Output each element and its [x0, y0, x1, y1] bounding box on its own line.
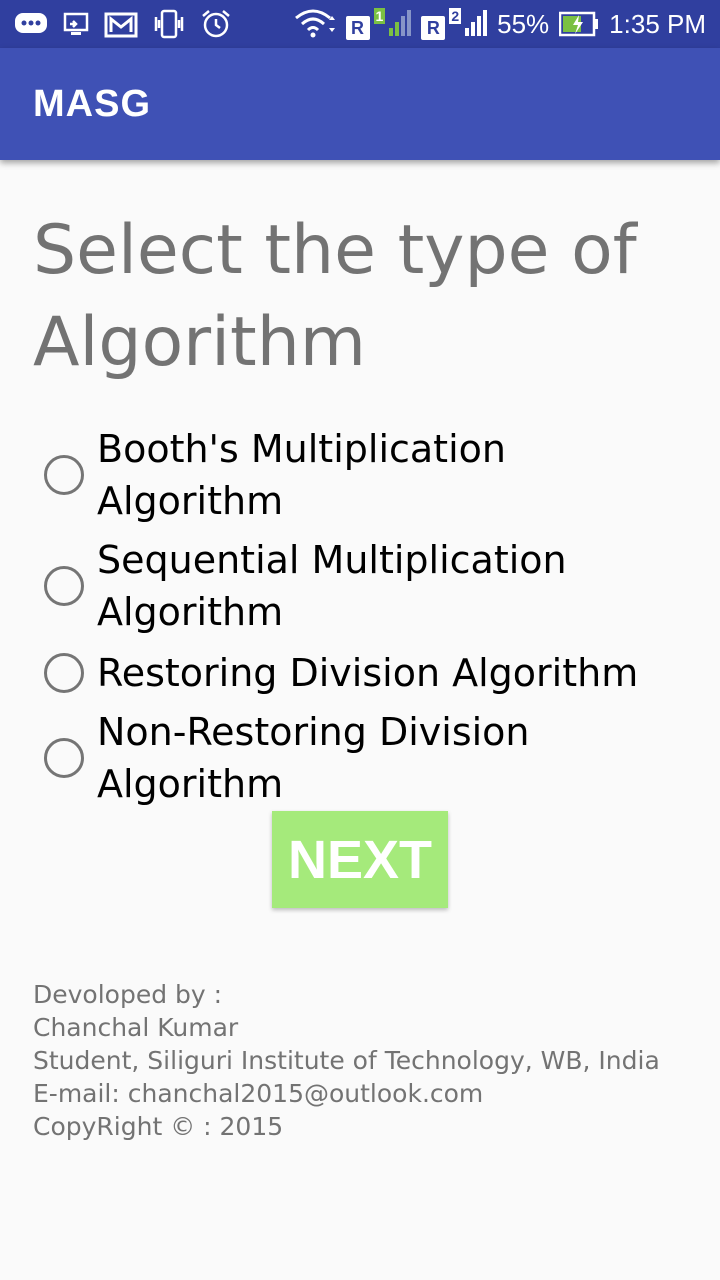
clock: 1:35 PM	[609, 8, 706, 39]
developer-name: Chanchal Kumar	[33, 1013, 239, 1042]
signal-icon	[465, 8, 488, 40]
radio-button-restoring[interactable]	[44, 653, 84, 693]
status-right-icons: R 1 R 2 55% 1:35 PM	[294, 8, 706, 40]
sim1-signal: R 1	[345, 8, 412, 40]
developer-affiliation: Student, Siliguri Institute of Technolog…	[33, 1046, 660, 1075]
chat-icon	[14, 10, 48, 38]
radio-option-non-restoring[interactable]: Non-Restoring Division Algorithm	[44, 704, 704, 812]
radio-button-booths[interactable]	[44, 455, 84, 495]
roaming-badge-2: R	[421, 16, 446, 40]
alarm-icon	[200, 8, 232, 40]
copyright-text: CopyRight © : 2015	[33, 1112, 284, 1141]
signal-icon	[389, 8, 412, 40]
battery-charging-icon	[559, 11, 599, 37]
cast-icon	[62, 10, 90, 38]
status-bar: R 1 R 2 55% 1:35 PM	[0, 0, 720, 48]
battery-percent: 55%	[497, 8, 550, 39]
next-button[interactable]: NEXT	[272, 811, 448, 908]
radio-label-restoring: Restoring Division Algorithm	[97, 651, 639, 695]
developer-info: Devoloped by : Chanchal Kumar Student, S…	[33, 978, 693, 1143]
radio-button-sequential[interactable]	[44, 566, 84, 606]
radio-label-sequential: Sequential Multiplication Algorithm	[97, 538, 567, 634]
page-heading: Select the type of Algorithm	[33, 211, 637, 382]
developer-email: E-mail: chanchal2015@outlook.com	[33, 1079, 484, 1108]
vibrate-icon	[152, 9, 186, 39]
radio-button-non-restoring[interactable]	[44, 738, 84, 778]
app-title: MASG	[33, 82, 151, 125]
sim2-slot: 2	[449, 8, 462, 24]
radio-option-sequential[interactable]: Sequential Multiplication Algorithm	[44, 530, 704, 642]
gmail-icon	[104, 10, 138, 38]
roaming-badge-1: R	[345, 16, 370, 40]
sim2-signal: R 2	[421, 8, 488, 40]
sim1-slot: 1	[373, 8, 386, 24]
radio-label-booths: Booth's Multiplication Algorithm	[97, 427, 506, 523]
wifi-icon	[294, 8, 336, 40]
algorithm-radio-group: Booth's Multiplication Algorithm Sequent…	[44, 420, 704, 812]
radio-option-restoring[interactable]: Restoring Division Algorithm	[44, 642, 704, 704]
developed-by-label: Devoloped by :	[33, 980, 223, 1009]
status-left-icons	[14, 8, 232, 40]
app-bar: MASG	[0, 48, 720, 160]
radio-option-booths[interactable]: Booth's Multiplication Algorithm	[44, 420, 704, 530]
radio-label-non-restoring: Non-Restoring Division Algorithm	[97, 710, 530, 806]
